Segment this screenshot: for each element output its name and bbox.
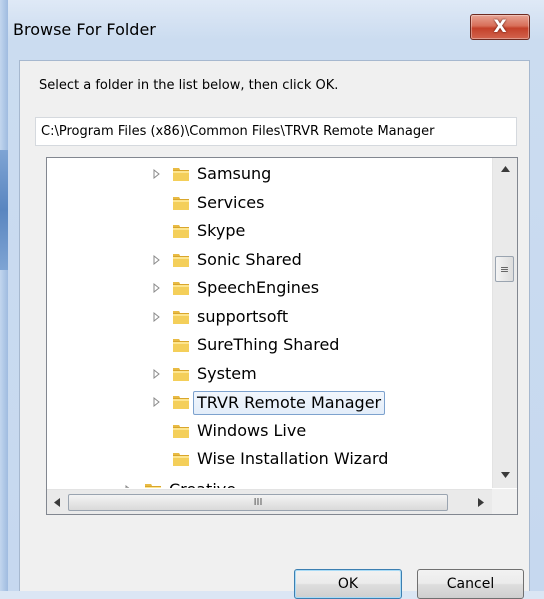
tree-item[interactable]: System [47,361,489,387]
cancel-button[interactable]: Cancel [417,569,524,599]
folder-icon [171,165,191,181]
expand-arrow-icon[interactable] [151,169,161,179]
vertical-scrollbar[interactable]: ≡ [492,158,517,488]
tree-item[interactable]: Samsung [47,161,489,187]
tree-item-label: supportsoft [197,306,289,326]
tree-item-label: Skype [197,221,246,240]
scroll-grip-icon: III [253,497,263,508]
tree-item-label: Services [197,192,265,212]
folder-icon [171,251,191,267]
folder-icon [143,481,163,488]
folder-icon [171,194,191,210]
tree-item[interactable]: Skype [47,218,489,244]
tree-item[interactable]: Creative [47,477,489,489]
tree-item-label: SureThing Shared [197,335,340,354]
expand-arrow-icon[interactable] [151,368,161,379]
tree-item[interactable]: supportsoft [47,304,489,330]
tree-item[interactable]: Services [47,190,489,216]
tree-item-label-selected: TRVR Remote Manager [193,391,386,415]
folder-icon [171,308,191,324]
folder-tree-rows: Samsung Services Skype Sonic Shared SpeechEn… [47,158,489,488]
tree-item-label: Windows Live [197,420,307,440]
expand-arrow-icon[interactable] [151,283,161,293]
folder-path-display: C:\Program Files (x86)\Common Files\TRVR… [35,117,517,146]
scroll-corner [492,489,517,514]
window-left-frame [0,0,8,591]
dialog-body: Select a folder in the list below, then … [19,60,530,599]
folder-icon [171,393,191,409]
tree-item[interactable]: Sonic Shared [47,247,489,273]
tree-item[interactable]: Wise Installation Wizard [47,446,489,472]
window-frame-edge [0,150,8,270]
scroll-grip-icon: ≡ [499,262,510,276]
tree-item[interactable]: SpeechEngines [47,275,489,301]
expand-arrow-icon[interactable] [151,254,161,265]
scroll-right-arrow-icon[interactable] [471,490,491,514]
tree-item[interactable]: SureThing Shared [47,332,489,358]
tree-item-label: Creative [169,479,236,489]
close-button[interactable]: X [470,14,530,40]
folder-icon [171,336,191,352]
expand-arrow-icon[interactable] [151,311,161,322]
tree-item-label: Sonic Shared [197,249,302,269]
expand-arrow-icon[interactable] [151,397,161,407]
tree-item-label: SpeechEngines [197,278,320,297]
horizontal-scrollbar[interactable]: III [47,489,492,514]
tree-item-label: Wise Installation Wizard [197,449,389,468]
folder-icon [171,365,191,381]
expand-arrow-icon[interactable] [123,484,133,488]
tree-item-label: System [197,363,257,383]
horizontal-scroll-thumb[interactable]: III [68,494,448,511]
tree-item-label: Samsung [197,164,272,183]
scroll-left-arrow-icon[interactable] [47,490,67,514]
instruction-text: Select a folder in the list below, then … [39,78,339,93]
tree-item[interactable]: TRVR Remote Manager [47,389,489,415]
window-title: Browse For Folder [13,20,156,39]
folder-icon [171,279,191,295]
ok-button[interactable]: OK [294,569,402,599]
scroll-down-arrow-icon[interactable] [493,464,517,486]
folder-tree[interactable]: Samsung Services Skype Sonic Shared SpeechEn… [46,157,518,515]
vertical-scroll-thumb[interactable]: ≡ [495,256,514,282]
close-icon: X [493,17,507,37]
folder-icon [171,222,191,238]
folder-icon [171,422,191,438]
scroll-up-arrow-icon[interactable] [493,158,517,180]
tree-item[interactable]: Windows Live [47,418,489,444]
folder-icon [171,450,191,466]
